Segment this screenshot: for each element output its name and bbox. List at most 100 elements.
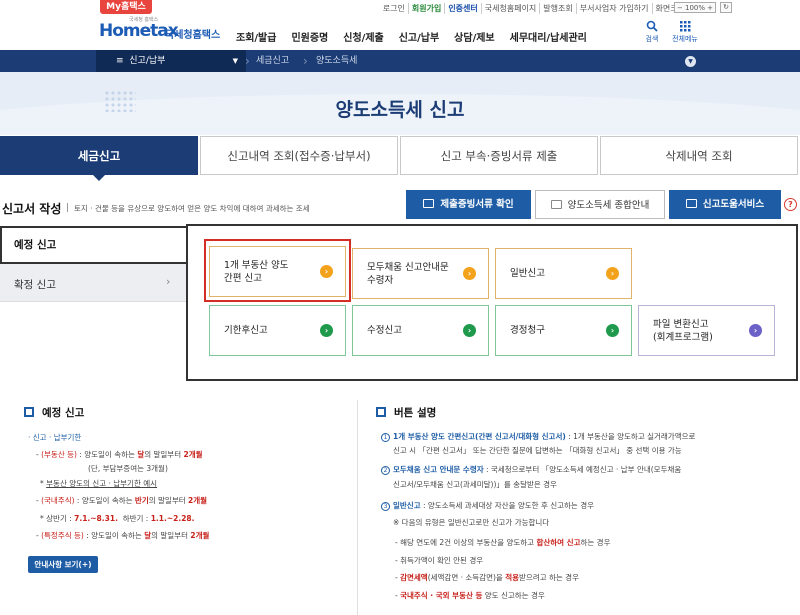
n3b: 감면세액: [400, 573, 428, 582]
re-text: : 양도일이 속하는: [77, 450, 137, 459]
sp-period: 2개월: [190, 531, 209, 540]
amended-report-card[interactable]: 수정신고 ›: [352, 305, 489, 356]
all-menu-button[interactable]: 전체메뉴: [668, 20, 702, 44]
re-example-text: 부동산 양도의 신고 · 납부기한 예시: [46, 479, 157, 488]
page-title: 양도소득세 신고: [0, 95, 800, 122]
re-note: (단, 부담부증여는 3개월): [88, 464, 168, 474]
card-label: 기한후신고: [224, 324, 268, 337]
my-hometax-tab[interactable]: My홈택스: [100, 0, 152, 14]
help-button-label: 신고도움서비스: [703, 199, 764, 210]
capital-gains-guide-button[interactable]: 양도소득세 종합안내: [535, 190, 665, 219]
info-note: ※ 다음의 유형은 일반신고로만 신고가 가능합니다: [393, 518, 549, 528]
proof-documents-button[interactable]: 제출증빙서류 확인: [406, 190, 531, 219]
nav-separator-icon: ›: [303, 50, 313, 72]
gnb-item-apply[interactable]: 신청/제출: [343, 29, 383, 44]
stock-text: : 양도일이 속하는: [75, 496, 135, 505]
zoom-control[interactable]: − 100% +: [674, 2, 716, 13]
n3c: (세액감면 · 소득감면)을: [428, 573, 506, 582]
gnb-item-lookup[interactable]: 조회/발급: [236, 29, 276, 44]
nav-level1-dropdown[interactable]: ≡ 신고/납부 ▼: [96, 50, 246, 72]
card-label: 수정신고: [367, 324, 402, 337]
square-bullet-icon: [376, 407, 386, 417]
section-title: 신고서 작성: [2, 200, 61, 217]
n4c: 양도 신고하는 경우: [482, 591, 544, 600]
utility-links: 로그인 회원가입 인증센터 국세청홈페이지 발행조회 부서사업자 가입하기 화면…: [380, 3, 688, 14]
stock-period: 2개월: [188, 496, 207, 505]
business-join-link[interactable]: 부서사업자 가입하기: [576, 3, 652, 14]
info-item-2: 2모두채움 신고 안내문 수령자 : 국세청으로부터 「양도소득세 예정신고 ·…: [381, 465, 681, 475]
tab-attach-documents[interactable]: 신고 부속·증빙서류 제출: [400, 136, 598, 175]
guide-button-label: 양도소득세 종합안내: [568, 200, 650, 211]
refund-claim-card[interactable]: 경정청구 ›: [495, 305, 632, 356]
preliminary-info-title: 예정 신고: [24, 405, 84, 420]
h2-label: 하반기 :: [123, 514, 151, 523]
note-item-3: - 감면세액(세액감면 · 소득감면)을 적용받으려고 하는 경우: [395, 573, 579, 583]
issue-lookup-link[interactable]: 발행조회: [539, 3, 575, 14]
number-3-icon: 3: [381, 502, 390, 511]
note-item-2: - 취득가액이 확인 안된 경우: [395, 556, 483, 566]
tab-tax-report[interactable]: 세금신고: [0, 136, 198, 175]
button-info-title: 버튼 설명: [376, 405, 436, 420]
info-item-2-cont: 신고서/모두채움 신고(과세미달))」를 송달받은 경우: [393, 480, 557, 490]
nav-separator-icon: ›: [245, 50, 255, 72]
sp-text: : 양도일이 속하는: [84, 531, 144, 540]
stock-line: - (국내주식) : 양도일이 속하는 반기의 말일부터 2개월: [36, 496, 207, 506]
stock-text2: 의 말일부터: [149, 496, 188, 505]
i2-text: : 국세청으로부터 「양도소득세 예정신고 · 납부 안내(모두채움: [484, 465, 682, 474]
h2-range: 1.1.~2.28.: [151, 514, 195, 523]
general-report-card[interactable]: 일반신고 ›: [495, 248, 632, 299]
stock-label: (국내주식): [41, 496, 74, 505]
card-label: 일반신고: [510, 267, 545, 280]
all-menu-label: 전체메뉴: [668, 34, 702, 44]
side-tab-final-label: 확정 신고: [14, 277, 56, 292]
button-info-title-text: 버튼 설명: [394, 407, 436, 419]
zoom-out-icon[interactable]: −: [677, 4, 683, 12]
arrow-right-icon: ›: [606, 324, 619, 337]
late-report-card[interactable]: 기한후신고 ›: [209, 305, 346, 356]
prefilled-report-card[interactable]: 모두채움 신고안내문수령자 ›: [352, 248, 489, 299]
side-tab-preliminary-label: 예정 신고: [14, 237, 56, 252]
nts-home-link[interactable]: 국세청홈페이지: [481, 3, 540, 14]
i2-head: 모두채움 신고 안내문 수령자: [393, 465, 484, 474]
search-icon: [646, 20, 658, 32]
nav-level3-link[interactable]: 양도소득세: [316, 50, 357, 72]
re-example-link[interactable]: * 부동산 양도의 신고 · 납부기한 예시: [40, 479, 157, 489]
card-label-line1: 모두채움 신고안내문: [367, 262, 449, 273]
more-info-button[interactable]: 안내사항 보기(+): [28, 556, 98, 573]
tab-deleted-history[interactable]: 삭제내역 조회: [600, 136, 798, 175]
card-label-line2: (회계프로그램): [653, 332, 713, 343]
preliminary-info-title-text: 예정 신고: [42, 407, 84, 419]
arrow-right-icon: ›: [463, 267, 476, 280]
zoom-in-icon[interactable]: +: [707, 4, 713, 12]
arrow-right-icon: ›: [749, 324, 762, 337]
search-button[interactable]: 검색: [640, 20, 664, 44]
proof-button-label: 제출증빙서류 확인: [440, 199, 513, 210]
h1-label: 상반기 :: [46, 514, 74, 523]
gnb-item-agent[interactable]: 세무대리/납세관리: [510, 29, 587, 44]
login-link[interactable]: 로그인: [380, 3, 408, 14]
number-2-icon: 2: [381, 466, 390, 475]
gnb-item-report[interactable]: 신고/납부: [399, 29, 439, 44]
info-item-1: 11개 부동산 양도 간편신고(간편 신고서/대화형 신고서) : 1개 부동산…: [381, 432, 695, 442]
n4b: 국내주식 · 국외 부동산 등: [400, 591, 482, 600]
re-label: (부동산 등): [41, 450, 77, 459]
cert-center-link[interactable]: 인증센터: [444, 3, 480, 14]
gnb-item-civil[interactable]: 민원증명: [291, 29, 328, 44]
nav-level2-link[interactable]: 세금신고: [256, 50, 289, 72]
file-conversion-card[interactable]: 파일 변환신고(회계프로그램) ›: [638, 305, 775, 356]
signup-link[interactable]: 회원가입: [408, 3, 444, 14]
tab-report-history[interactable]: 신고내역 조회(접수증·납부서): [200, 136, 398, 175]
i1-head: 1개 부동산 양도 간편신고(간편 신고서/대화형 신고서): [393, 432, 566, 441]
grid-menu-icon: [679, 20, 691, 32]
help-question-icon[interactable]: ?: [784, 198, 797, 211]
re-text2: 의 말일부터: [144, 450, 183, 459]
refresh-icon[interactable]: ↻: [720, 2, 732, 13]
nav-expand-icon[interactable]: ▼: [685, 56, 696, 67]
info-item-3: 3일반신고 : 양도소득세 과세대상 자산을 양도한 후 신고하는 경우: [381, 501, 594, 511]
report-help-service-button[interactable]: 신고도움서비스: [669, 190, 781, 219]
hometax-logo[interactable]: 국세청 홈택스 Hometax 국세청홈택스: [99, 18, 244, 44]
gnb-item-consult[interactable]: 상담/제보: [454, 29, 494, 44]
note-item-1: - 해당 연도에 2건 이상의 부동산을 양도하고 합산하여 신고하는 경우: [395, 538, 610, 548]
deadline-head-text: 신고 · 납부기한: [33, 433, 82, 442]
card-label-line2: 수령자: [367, 275, 393, 286]
